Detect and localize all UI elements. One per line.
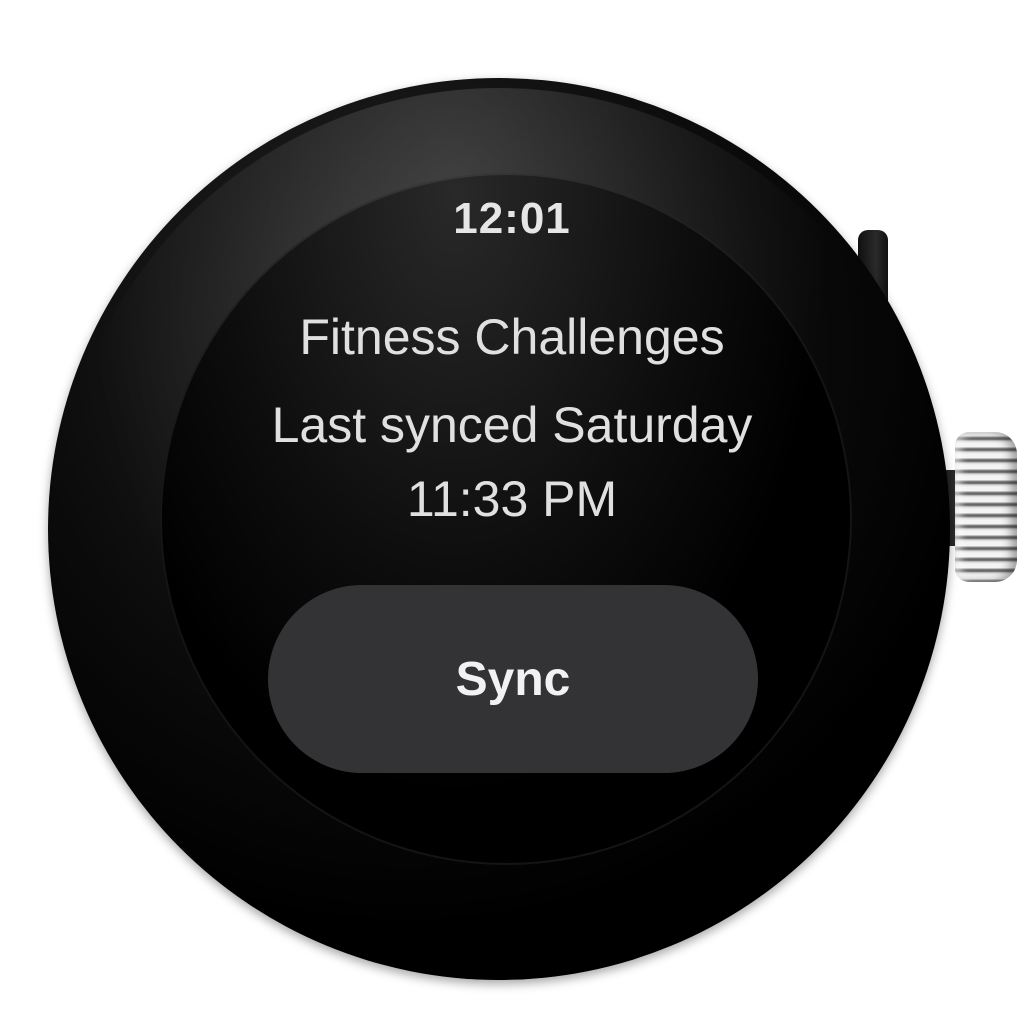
last-synced-text: Last synced Saturday 11:33 PM xyxy=(271,397,753,527)
watch-stage: 12:01 Fitness Challenges Last synced Sat… xyxy=(0,0,1024,1024)
crown-icon[interactable] xyxy=(955,432,1017,582)
app-title: Fitness Challenges xyxy=(299,309,725,365)
sync-button[interactable]: Sync xyxy=(268,585,758,773)
status-time: 12:01 xyxy=(453,194,571,243)
